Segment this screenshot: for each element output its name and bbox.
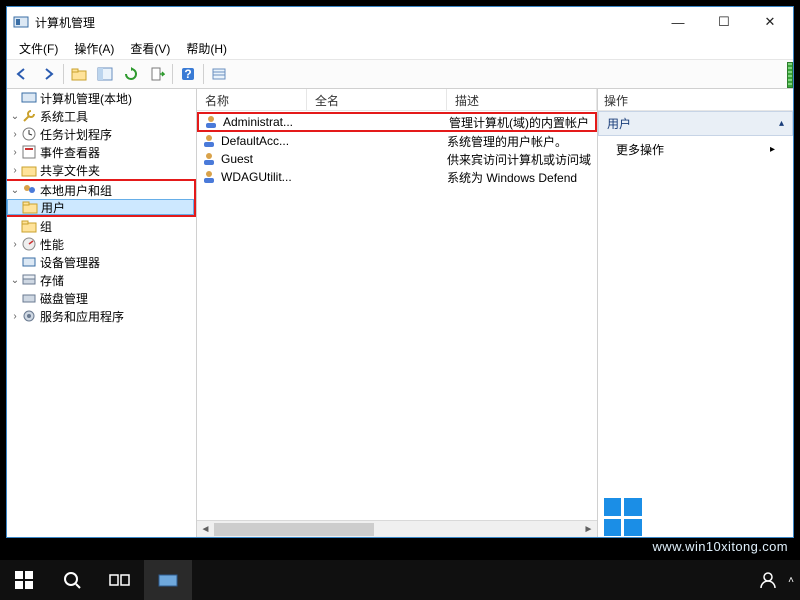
device-icon	[21, 254, 37, 270]
user-icon	[203, 114, 219, 130]
actions-group-label: 用户	[607, 115, 631, 132]
tools-icon	[21, 108, 37, 124]
collapse-icon: ▴	[779, 118, 784, 129]
actions-header: 操作	[598, 89, 793, 111]
performance-icon	[21, 236, 37, 252]
tray-chevron-icon[interactable]: ˄	[788, 575, 794, 586]
refresh-button[interactable]	[120, 63, 142, 85]
scroll-left-icon[interactable]: ◄	[197, 521, 214, 538]
tree-event-viewer[interactable]: ›事件查看器	[7, 143, 196, 161]
compmgmt-window: 计算机管理 — ☐ ✕ 文件(F) 操作(A) 查看(V) 帮助(H) ?	[6, 6, 794, 538]
tree-services-apps[interactable]: ›服务和应用程序	[7, 307, 196, 325]
watermark: Win10之家 www.win10xitong.com	[604, 497, 788, 554]
main-area: 计算机管理(本地) ⌄ 系统工具 ›任务计划程序	[7, 89, 793, 537]
taskbar-app-compmgmt[interactable]	[144, 560, 192, 600]
details-view-button[interactable]	[208, 63, 230, 85]
submenu-arrow-icon: ▸	[770, 144, 775, 155]
tree-pane: 计算机管理(本地) ⌄ 系统工具 ›任务计划程序	[7, 89, 197, 537]
menu-file[interactable]: 文件(F)	[13, 38, 64, 59]
show-hide-tree-button[interactable]	[94, 63, 116, 85]
help-button[interactable]: ?	[177, 63, 199, 85]
tree-task-scheduler[interactable]: ›任务计划程序	[7, 125, 196, 143]
toolbar-gripper	[787, 62, 793, 88]
system-tray: ˄	[758, 570, 800, 590]
tree-users[interactable]: 用户	[7, 199, 194, 215]
tree-system-tools[interactable]: ⌄ 系统工具	[7, 107, 196, 125]
actions-group[interactable]: 用户 ▴	[598, 111, 793, 136]
action-more[interactable]: 更多操作 ▸	[598, 136, 793, 163]
search-button[interactable]	[48, 560, 96, 600]
menu-action[interactable]: 操作(A)	[68, 38, 120, 59]
window-title: 计算机管理	[35, 14, 655, 31]
windows-logo-icon	[604, 498, 642, 536]
horizontal-scrollbar[interactable]: ◄ ►	[197, 520, 597, 537]
actions-pane: 操作 用户 ▴ 更多操作 ▸	[598, 89, 793, 537]
list-row[interactable]: Guest 供来宾访问计算机或访问域	[197, 150, 597, 168]
export-list-button[interactable]	[146, 63, 168, 85]
maximize-button[interactable]: ☐	[701, 7, 747, 37]
services-icon	[21, 308, 37, 324]
user-icon	[201, 169, 217, 185]
app-icon	[13, 14, 29, 30]
storage-icon	[21, 272, 37, 288]
taskbar: ˄	[0, 560, 800, 600]
tree-root[interactable]: 计算机管理(本地)	[7, 89, 196, 107]
minimize-button[interactable]: —	[655, 7, 701, 37]
folder-icon	[21, 218, 37, 234]
tree-groups[interactable]: 组	[7, 217, 196, 235]
taskview-button[interactable]	[96, 560, 144, 600]
list-header: 名称 全名 描述	[197, 89, 597, 111]
folder-icon	[22, 199, 38, 215]
list-row[interactable]: WDAGUtilit... 系统为 Windows Defend	[197, 168, 597, 186]
tree-device-manager[interactable]: 设备管理器	[7, 253, 196, 271]
col-fullname[interactable]: 全名	[307, 89, 447, 110]
event-icon	[21, 144, 37, 160]
users-groups-icon	[21, 182, 37, 198]
forward-button[interactable]	[37, 63, 59, 85]
computer-icon	[21, 90, 37, 106]
action-more-label: 更多操作	[616, 141, 664, 158]
menubar: 文件(F) 操作(A) 查看(V) 帮助(H)	[7, 37, 793, 59]
up-folder-button[interactable]	[68, 63, 90, 85]
tree-storage[interactable]: ⌄存储	[7, 271, 196, 289]
toolbar: ?	[7, 59, 793, 89]
tree-performance[interactable]: ›性能	[7, 235, 196, 253]
clock-icon	[21, 126, 37, 142]
list-row[interactable]: DefaultAcc... 系统管理的用户帐户。	[197, 132, 597, 150]
shared-folder-icon	[21, 162, 37, 178]
tree-disk-management[interactable]: 磁盘管理	[7, 289, 196, 307]
menu-view[interactable]: 查看(V)	[124, 38, 176, 59]
user-icon	[201, 133, 217, 149]
user-icon	[201, 151, 217, 167]
col-name[interactable]: 名称	[197, 89, 307, 110]
list-pane: 名称 全名 描述 Administrat... 管理计算机(域)的内置帐户 De…	[197, 89, 598, 537]
svg-text:?: ?	[184, 67, 191, 81]
titlebar: 计算机管理 — ☐ ✕	[7, 7, 793, 37]
menu-help[interactable]: 帮助(H)	[180, 38, 233, 59]
watermark-url: www.win10xitong.com	[604, 539, 788, 554]
disk-icon	[21, 290, 37, 306]
tree-shared-folders[interactable]: ›共享文件夹	[7, 161, 196, 179]
scroll-right-icon[interactable]: ►	[580, 521, 597, 538]
back-button[interactable]	[11, 63, 33, 85]
col-desc[interactable]: 描述	[447, 89, 597, 110]
start-button[interactable]	[0, 560, 48, 600]
close-button[interactable]: ✕	[747, 7, 793, 37]
scroll-thumb[interactable]	[214, 523, 374, 536]
list-row[interactable]: Administrat... 管理计算机(域)的内置帐户	[197, 112, 597, 132]
people-icon[interactable]	[758, 570, 778, 590]
expander-icon[interactable]: ⌄	[9, 111, 21, 122]
tree-local-users-groups[interactable]: ⌄本地用户和组	[7, 181, 194, 199]
list-body: Administrat... 管理计算机(域)的内置帐户 DefaultAcc.…	[197, 111, 597, 520]
